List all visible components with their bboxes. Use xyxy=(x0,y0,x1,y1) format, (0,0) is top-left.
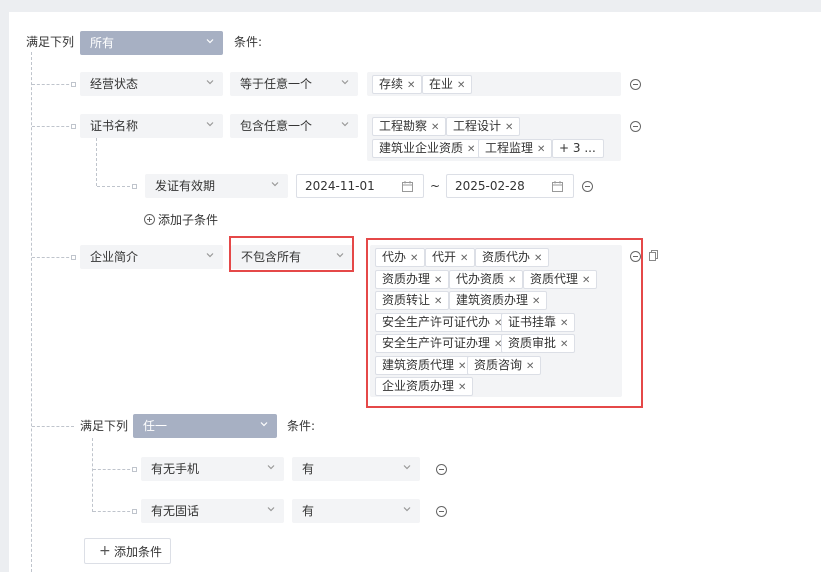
root-condition-suffix: 条件: xyxy=(234,35,263,49)
rule-field-value: 证书名称 xyxy=(90,119,139,133)
chevron-down-icon xyxy=(341,80,349,85)
value-tag[interactable]: 工程监理 ✕ xyxy=(478,139,553,158)
remove-tag-icon[interactable]: ✕ xyxy=(505,122,513,133)
group-rule-field-value: 有无固话 xyxy=(151,504,200,518)
root-mode-value: 所有 xyxy=(90,36,115,50)
group-mode-value: 任一 xyxy=(143,419,168,433)
subrule-field-value: 发证有效期 xyxy=(155,179,216,193)
rule-field-select[interactable]: 证书名称 xyxy=(80,114,223,138)
tree-line xyxy=(32,426,74,427)
tag-label: 存续 xyxy=(379,77,404,91)
calendar-icon xyxy=(402,181,413,192)
remove-subrule-icon[interactable] xyxy=(582,181,593,192)
tree-node xyxy=(132,467,137,472)
rule-value-tags[interactable]: 存续 ✕ 在业 ✕ xyxy=(367,72,621,96)
group-rule-field-value: 有无手机 xyxy=(151,462,200,476)
group-rule-field-select[interactable]: 有无固话 xyxy=(141,499,284,523)
remove-rule-icon[interactable] xyxy=(630,79,641,90)
root-match-label: 满足下列 xyxy=(26,35,75,49)
group-match-label: 满足下列 xyxy=(80,419,129,433)
remove-rule-icon[interactable] xyxy=(436,506,447,517)
value-tag[interactable]: 存续 ✕ xyxy=(372,75,423,94)
start-date-input[interactable]: 2024-11-01 xyxy=(296,174,424,198)
chevron-down-icon xyxy=(267,465,275,470)
tag-label: 工程监理 xyxy=(485,141,534,155)
value-tag[interactable]: 工程勘察 ✕ xyxy=(372,117,447,136)
end-date-value: 2025-02-28 xyxy=(455,179,525,193)
tag-label: 在业 xyxy=(429,77,454,91)
group-rule-field-select[interactable]: 有无手机 xyxy=(141,457,284,481)
remove-tag-icon[interactable]: ✕ xyxy=(407,80,415,91)
start-date-value: 2024-11-01 xyxy=(305,179,375,193)
subrule-field-select[interactable]: 发证有效期 xyxy=(145,174,288,198)
group-condition-suffix: 条件: xyxy=(287,419,316,433)
chevron-down-icon xyxy=(206,80,214,85)
tag-label: 工程设计 xyxy=(453,119,502,133)
plus-icon: + xyxy=(99,543,111,559)
tag-label: 工程勘察 xyxy=(379,119,428,133)
group-rule-value-select[interactable]: 有 xyxy=(292,499,420,523)
chevron-down-icon xyxy=(260,422,268,427)
rule-operator-select[interactable]: 等于任意一个 xyxy=(230,72,358,96)
add-condition-button[interactable]: + 添加条件 xyxy=(84,538,171,564)
add-subcondition-label: 添加子条件 xyxy=(158,213,219,227)
remove-tag-icon[interactable]: ✕ xyxy=(431,122,439,133)
remove-rule-icon[interactable] xyxy=(630,121,641,132)
rule-field-select[interactable]: 企业简介 xyxy=(80,245,223,269)
chevron-down-icon xyxy=(206,253,214,258)
add-condition-label: 添加条件 xyxy=(114,545,163,559)
chevron-down-icon xyxy=(403,507,411,512)
tree-node xyxy=(71,255,76,260)
tree-line xyxy=(97,186,135,187)
tree-line xyxy=(96,138,97,186)
chevron-down-icon xyxy=(206,39,214,44)
value-tag[interactable]: 工程设计 ✕ xyxy=(446,117,521,136)
tree-line xyxy=(32,257,74,258)
group-rule-value-select[interactable]: 有 xyxy=(292,457,420,481)
tree-line xyxy=(32,126,74,127)
tree-node xyxy=(132,509,137,514)
value-tag[interactable]: 在业 ✕ xyxy=(422,75,473,94)
highlight-box xyxy=(366,238,643,408)
rule-value-tags[interactable]: 工程勘察 ✕ 工程设计 ✕ 建筑业企业资质 ✕ 工程监理 ✕ + 3 ... xyxy=(367,114,621,161)
tag-label: 建筑业企业资质 xyxy=(379,141,464,155)
chevron-down-icon xyxy=(403,465,411,470)
plus-circle-icon xyxy=(144,214,155,225)
remove-rule-icon[interactable] xyxy=(630,251,641,262)
tree-line xyxy=(31,52,32,572)
rule-field-value: 企业简介 xyxy=(90,250,139,264)
root-mode-select[interactable]: 所有 xyxy=(80,31,223,55)
more-tags-label: + 3 ... xyxy=(559,141,596,155)
date-range-separator: ~ xyxy=(430,179,441,193)
tree-line xyxy=(92,438,93,512)
tree-line xyxy=(93,469,135,470)
tree-line xyxy=(32,84,74,85)
tree-node xyxy=(71,124,76,129)
remove-tag-icon[interactable]: ✕ xyxy=(457,80,465,91)
remove-tag-icon[interactable]: ✕ xyxy=(467,144,475,155)
rule-operator-value: 包含任意一个 xyxy=(240,119,313,133)
rule-field-select[interactable]: 经营状态 xyxy=(80,72,223,96)
remove-tag-icon[interactable]: ✕ xyxy=(537,144,545,155)
remove-rule-icon[interactable] xyxy=(436,464,447,475)
calendar-icon xyxy=(552,181,563,192)
rule-operator-select[interactable]: 包含任意一个 xyxy=(230,114,358,138)
group-rule-value: 有 xyxy=(302,462,315,476)
value-tag[interactable]: 建筑业企业资质 ✕ xyxy=(372,139,483,158)
chevron-down-icon xyxy=(267,507,275,512)
copy-icon[interactable] xyxy=(649,250,658,261)
highlight-box xyxy=(229,236,354,272)
tree-line xyxy=(93,511,135,512)
chevron-down-icon xyxy=(206,122,214,127)
chevron-down-icon xyxy=(271,182,279,187)
tree-node xyxy=(132,184,137,189)
rule-operator-value: 等于任意一个 xyxy=(240,77,313,91)
group-mode-select[interactable]: 任一 xyxy=(133,414,277,438)
tree-node xyxy=(71,82,76,87)
rule-field-value: 经营状态 xyxy=(90,77,139,91)
group-rule-value: 有 xyxy=(302,504,315,518)
end-date-input[interactable]: 2025-02-28 xyxy=(446,174,574,198)
more-tags-badge[interactable]: + 3 ... xyxy=(552,139,604,158)
chevron-down-icon xyxy=(341,122,349,127)
